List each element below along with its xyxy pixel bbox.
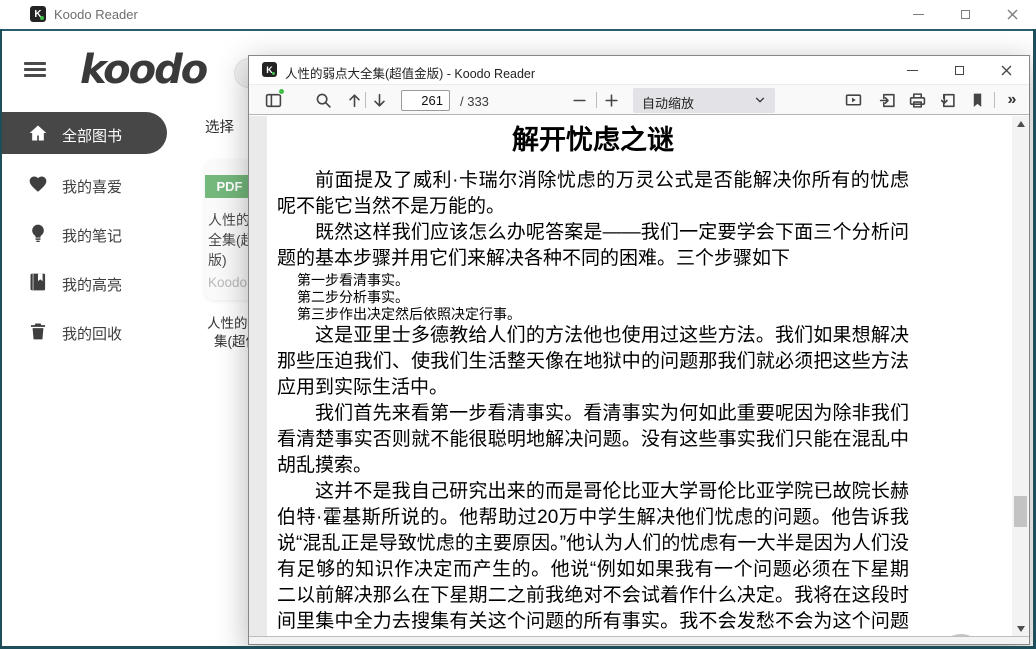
reader-window: K 人性的弱点大全集(超值金版) - Koodo Reader [248,55,1030,645]
reader-minimize-button[interactable] [897,60,927,80]
page-paragraph: 这并不是我自己研究出来的而是哥伦比亚大学哥伦比亚学院已故院长赫伯特·霍基斯所说的… [277,479,909,636]
pdf-viewer-area: 解开忧虑之谜 前面提及了威利·卡瑞尔消除忧虑的万灵公式是否能解决你所有的忧虑呢不… [249,116,1029,636]
reader-titlebar: K 人性的弱点大全集(超值金版) - Koodo Reader [249,56,1029,84]
sidebar-item-label: 全部图书 [62,125,122,146]
triangle-up-icon [1017,121,1025,127]
sidebar-item-label: 我的笔记 [62,225,122,246]
bookmark-icon [969,92,986,109]
zoom-in-button[interactable] [599,88,623,112]
close-button[interactable] [997,4,1027,24]
minus-icon [571,92,588,109]
zoom-select-value: 自动缩放 [642,93,694,112]
page-total-label: / 333 [460,94,489,109]
pdf-toolbar: / 333 自动缩放 [249,84,1029,115]
page-step-line: 第三步作出决定然后依照决定行事。 [297,306,929,323]
trash-icon [28,321,48,341]
koodo-logo: koodo [80,47,206,93]
arrow-up-icon [346,92,363,109]
pdf-page: 解开忧虑之谜 前面提及了威利·卡瑞尔消除忧虑的万灵公式是否能解决你所有的忧虑呢不… [267,116,1012,636]
bookmark-button[interactable] [965,88,989,112]
highlight-book-icon [28,272,48,292]
page-paragraph: 这是亚里士多德教给人们的方法他也使用过这些方法。我们如果想解决那些压迫我们、使我… [277,323,909,401]
chevron-down-icon [755,96,765,104]
select-mode-button[interactable]: 选择 [205,116,234,137]
print-icon [909,92,926,109]
vertical-scrollbar-thumb[interactable] [1014,496,1027,527]
sidebar-item-label: 我的回收 [62,323,122,344]
book-card-publisher: Koodo [208,275,247,290]
pdf-format-badge: PDF [205,175,254,198]
sidebar-notification-dot [278,88,285,95]
close-icon [1007,9,1018,20]
page-step-line: 第二步分析事实。 [297,289,929,306]
screen: K Koodo Reader koodo 全部图书 我的喜爱 我的笔记 我的高亮 [0,0,1036,649]
sidebar-item-label: 我的高亮 [62,274,122,295]
scroll-down-arrow[interactable] [1012,621,1029,636]
sidebar-item-highlights[interactable]: 我的高亮 [0,261,190,303]
vertical-scrollbar[interactable] [1012,116,1029,636]
maximize-icon [955,66,964,75]
scroll-up-arrow[interactable] [1012,116,1029,131]
minimize-button[interactable] [903,4,933,24]
maximize-icon [961,10,970,19]
green-accent-dot [40,16,44,20]
reader-close-button[interactable] [991,60,1021,80]
toolbar-divider [994,92,995,108]
minimize-icon [907,70,918,71]
main-window-title: Koodo Reader [54,7,138,22]
horizontal-scrollbar[interactable] [249,636,1029,644]
download-icon [939,92,956,109]
sidebar-item-label: 我的喜爱 [62,176,122,197]
window-frame-edge [0,29,2,649]
page-step-line: 第一步看清事实。 [297,272,929,289]
menu-hamburger-icon[interactable] [24,62,46,77]
titlebar-accent-line [0,29,1036,31]
zoom-out-button[interactable] [567,88,591,112]
page-paragraph: 既然这样我们应该怎么办呢答案是——我们一定要学会下面三个分析问题的基本步骤并用它… [277,220,909,272]
maximize-button[interactable] [950,4,980,24]
plus-icon [603,92,620,109]
print-button[interactable] [905,88,929,112]
sidebar-item-all-books[interactable]: 全部图书 [0,112,167,154]
koodo-app-icon: K [262,62,277,77]
triangle-down-icon [1017,626,1025,632]
chapter-heading: 解开忧虑之谜 [277,124,909,158]
reader-maximize-button[interactable] [944,60,974,80]
heart-icon [28,174,48,194]
koodo-app-icon: K [30,6,46,22]
toolbar-divider [365,92,366,108]
next-page-button[interactable] [367,88,391,112]
page-paragraph: 前面提及了威利·卡瑞尔消除忧虑的万灵公式是否能解决你所有的忧虑呢不能它当然不是万… [277,168,909,220]
sidebar-item-trash[interactable]: 我的回收 [0,310,190,352]
reader-window-title: 人性的弱点大全集(超值金版) - Koodo Reader [285,63,535,82]
minimize-icon [913,14,924,15]
save-button[interactable] [935,88,959,112]
home-icon [28,123,48,143]
sidebar-item-notes[interactable]: 我的笔记 [0,212,190,254]
more-tools-button[interactable]: » [999,88,1025,112]
green-accent-dot [272,72,275,75]
pdf-page-text: 解开忧虑之谜 前面提及了威利·卡瑞尔消除忧虑的万灵公式是否能解决你所有的忧虑呢不… [267,116,909,636]
presentation-icon [845,92,862,109]
arrow-down-icon [371,92,388,109]
bulb-icon [28,223,48,243]
open-file-button[interactable] [875,88,899,112]
toolbar-divider [596,92,597,108]
main-window-titlebar: K Koodo Reader [0,0,1036,29]
close-icon [1001,65,1012,76]
presentation-mode-button[interactable] [841,88,865,112]
page-paragraph: 我们首先来看第一步看清事实。看清事实为何如此重要呢因为除非我们看清楚事实否则就不… [277,401,909,479]
page-number-input[interactable] [401,90,450,111]
sidebar-item-favorites[interactable]: 我的喜爱 [0,163,190,205]
open-file-icon [879,92,896,109]
zoom-mode-select[interactable]: 自动缩放 [633,88,775,113]
search-icon [315,92,332,109]
search-button[interactable] [311,88,335,112]
previous-page-button[interactable] [342,88,366,112]
